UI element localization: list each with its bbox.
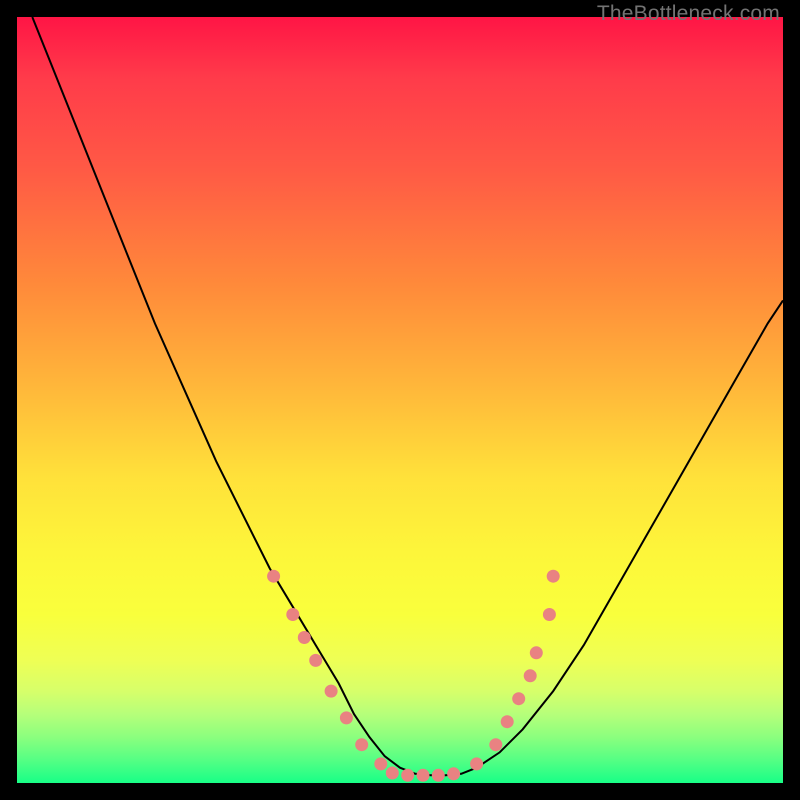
marker-dot (386, 767, 399, 780)
marker-dot (355, 738, 368, 751)
marker-dot (470, 757, 483, 770)
marker-dot (401, 769, 414, 782)
marker-dot (309, 654, 322, 667)
curve-svg (17, 17, 783, 783)
marker-dot (489, 738, 502, 751)
marker-dot (340, 711, 353, 724)
marker-dot (417, 769, 430, 782)
marker-dot (325, 685, 338, 698)
chart-frame: TheBottleneck.com (0, 0, 800, 800)
marker-dot (530, 646, 543, 659)
watermark-label: TheBottleneck.com (597, 2, 780, 26)
marker-dot (501, 715, 514, 728)
bottleneck-curve (32, 17, 783, 775)
marker-dot (432, 769, 445, 782)
marker-dot (547, 570, 560, 583)
marker-dot (374, 757, 387, 770)
marker-dot (298, 631, 311, 644)
marker-dot (286, 608, 299, 621)
marker-group (267, 570, 560, 782)
plot-area (17, 17, 783, 783)
marker-dot (512, 692, 525, 705)
marker-dot (543, 608, 556, 621)
marker-dot (447, 767, 460, 780)
marker-dot (267, 570, 280, 583)
marker-dot (524, 669, 537, 682)
